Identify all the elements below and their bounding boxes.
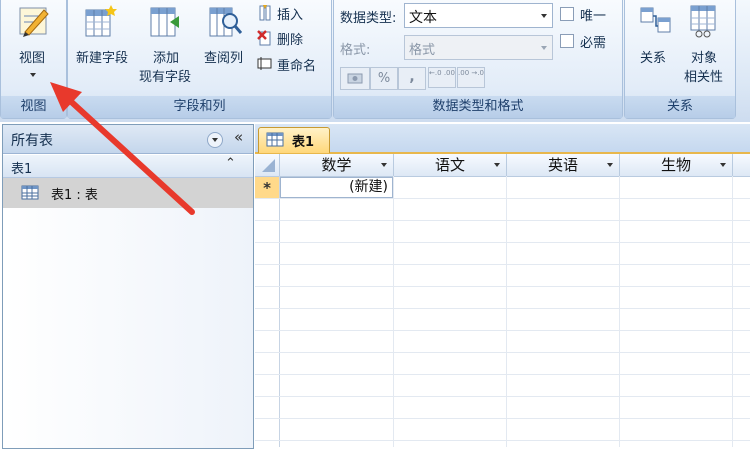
annotation-arrow: [50, 82, 195, 215]
